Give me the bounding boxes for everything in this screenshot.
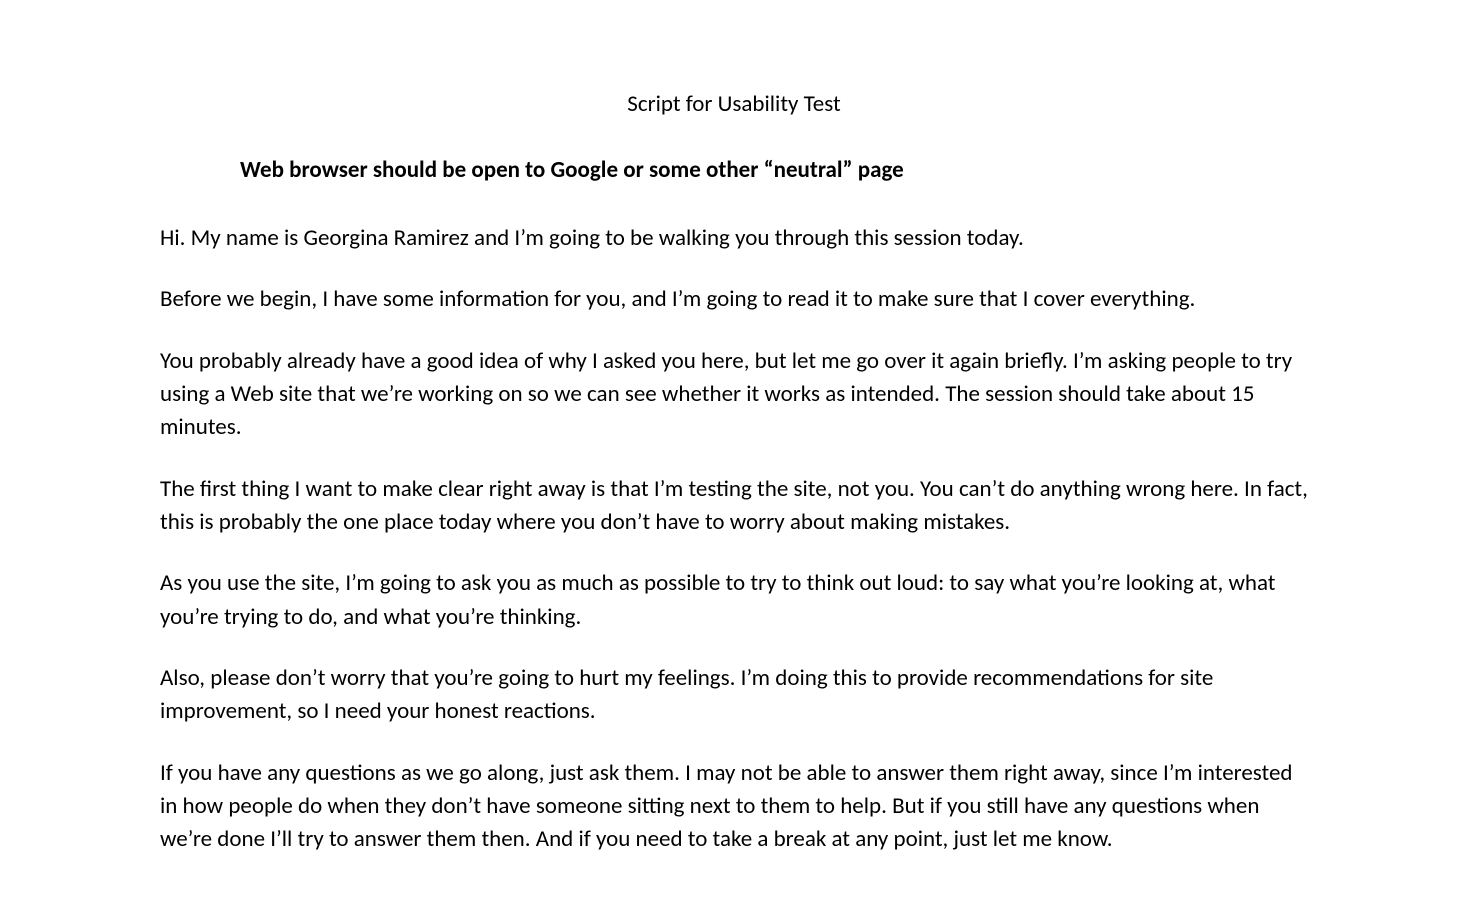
setup-instruction: Web browser should be open to Google or … [240,156,1308,184]
paragraph-preamble: Before we begin, I have some information… [160,283,1308,316]
document-title: Script for Usability Test [160,90,1308,118]
paragraph-intro: Hi. My name is Georgina Ramirez and I’m … [160,222,1308,255]
paragraph-think-aloud: As you use the site, I’m going to ask yo… [160,567,1308,634]
paragraph-questions: If you have any questions as we go along… [160,757,1308,857]
paragraph-purpose: You probably already have a good idea of… [160,345,1308,445]
paragraph-honesty: Also, please don’t worry that you’re goi… [160,662,1308,729]
paragraph-reassurance: The first thing I want to make clear rig… [160,473,1308,540]
